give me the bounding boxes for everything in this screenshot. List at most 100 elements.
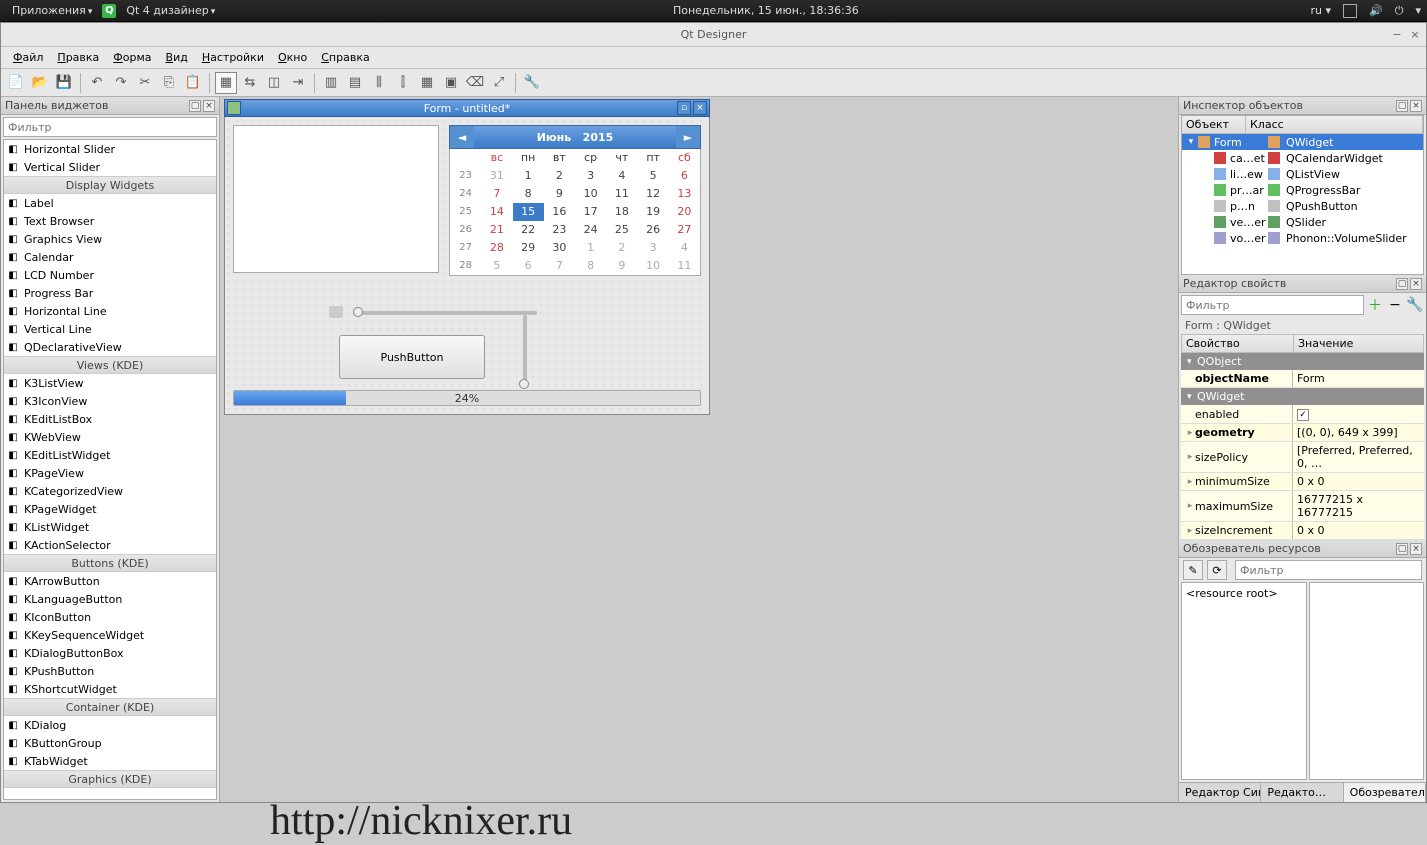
calendar-day[interactable]: 17: [575, 203, 606, 221]
widget-item[interactable]: ◧Graphics View: [4, 230, 216, 248]
tray-power-icon[interactable]: ⏻: [1395, 4, 1404, 18]
calendar-day[interactable]: 19: [638, 203, 669, 221]
property-row[interactable]: enabled✓: [1181, 405, 1424, 424]
minimize-button[interactable]: −: [1390, 28, 1404, 42]
calendar-day[interactable]: 5: [481, 257, 512, 275]
widget-item[interactable]: ◧Horizontal Line: [4, 302, 216, 320]
prev-month-button[interactable]: ◄: [450, 126, 474, 148]
dock-button[interactable]: ▢: [1396, 278, 1408, 290]
calendar-day[interactable]: 27: [669, 221, 700, 239]
calendar-day[interactable]: 4: [669, 239, 700, 257]
widget-category[interactable]: Container (KDE): [4, 698, 216, 716]
calendar-day[interactable]: 22: [513, 221, 544, 239]
widget-item[interactable]: ◧Label: [4, 194, 216, 212]
calendar-day[interactable]: 4: [606, 167, 637, 185]
inspector-tree[interactable]: Объект Класс ▾FormQWidgetca…etQCalendarW…: [1181, 115, 1424, 275]
keyboard-layout[interactable]: ru ▾: [1311, 4, 1332, 17]
object-row[interactable]: ▾FormQWidget: [1182, 134, 1423, 150]
layout-grid-button[interactable]: ▦: [416, 72, 438, 94]
calendar-day[interactable]: 9: [606, 257, 637, 275]
property-value[interactable]: ✓: [1293, 405, 1424, 423]
widget-item[interactable]: ◧KDialogButtonBox: [4, 644, 216, 662]
copy-button[interactable]: ⎘: [158, 72, 180, 94]
menu-форма[interactable]: Форма: [107, 49, 157, 66]
calendar-day[interactable]: 18: [606, 203, 637, 221]
widget-item[interactable]: ◧QDeclarativeView: [4, 338, 216, 356]
apps-menu[interactable]: Приложения▾: [6, 2, 98, 19]
calendar-day[interactable]: 11: [606, 185, 637, 203]
calendar-day[interactable]: 6: [513, 257, 544, 275]
property-value[interactable]: 0 x 0: [1293, 473, 1424, 490]
calendar-day[interactable]: 16: [544, 203, 575, 221]
open-file-button[interactable]: 📂: [29, 72, 51, 94]
widget-item[interactable]: ◧KListWidget: [4, 518, 216, 536]
dock-button[interactable]: ▢: [189, 100, 201, 112]
object-row[interactable]: vo…erPhonon::VolumeSlider: [1182, 230, 1423, 246]
widget-item[interactable]: ◧KWebView: [4, 428, 216, 446]
tab-actions[interactable]: Редакто…: [1261, 783, 1343, 802]
calendar-day[interactable]: 21: [481, 221, 512, 239]
close-panel-button[interactable]: ×: [203, 100, 215, 112]
calendar-day[interactable]: 10: [575, 185, 606, 203]
property-row[interactable]: ▸maximumSize16777215 x 16777215: [1181, 491, 1424, 522]
slider-thumb[interactable]: [519, 379, 529, 389]
tray-network-icon[interactable]: [1343, 4, 1357, 18]
property-group[interactable]: ▾QObject: [1181, 353, 1424, 370]
calendar-day[interactable]: 1: [513, 167, 544, 185]
widget-item[interactable]: ◧KPageWidget: [4, 500, 216, 518]
tray-volume-icon[interactable]: 🔊: [1369, 4, 1383, 17]
next-month-button[interactable]: ►: [676, 126, 700, 148]
paste-button[interactable]: 📋: [182, 72, 204, 94]
config-button[interactable]: 🔧: [1406, 296, 1424, 314]
calendar-day[interactable]: 8: [575, 257, 606, 275]
calendar-day[interactable]: 15: [513, 203, 544, 221]
resource-filter-input[interactable]: [1235, 560, 1422, 580]
tab-order-button[interactable]: ⇥: [287, 72, 309, 94]
menu-окно[interactable]: Окно: [272, 49, 313, 66]
widget-item[interactable]: ◧KShortcutWidget: [4, 680, 216, 698]
calendar-day[interactable]: 14: [481, 203, 512, 221]
add-property-button[interactable]: ＋: [1366, 296, 1384, 314]
property-row[interactable]: ▸sizeIncrement0 x 0: [1181, 522, 1424, 540]
widget-filter-input[interactable]: [3, 117, 217, 137]
calendar-day[interactable]: 6: [669, 167, 700, 185]
tab-signals[interactable]: Редактор Сигнал…: [1179, 783, 1261, 802]
pushbutton-widget[interactable]: PushButton: [339, 335, 485, 379]
widget-item[interactable]: ◧Progress Bar: [4, 284, 216, 302]
widget-item[interactable]: ◧KIconButton: [4, 608, 216, 626]
widget-item[interactable]: ◧KButtonGroup: [4, 734, 216, 752]
volume-slider-widget[interactable]: [329, 303, 537, 321]
widget-category[interactable]: Buttons (KDE): [4, 554, 216, 572]
widget-item[interactable]: ◧KArrowButton: [4, 572, 216, 590]
layout-h-button[interactable]: ▥: [320, 72, 342, 94]
widget-category[interactable]: Views (KDE): [4, 356, 216, 374]
menu-настройки[interactable]: Настройки: [196, 49, 270, 66]
object-row[interactable]: p…nQPushButton: [1182, 198, 1423, 214]
buddies-button[interactable]: ◫: [263, 72, 285, 94]
form-body[interactable]: ◄ Июнь 2015 ► вспнвтсрчтптсб233112345624…: [224, 117, 710, 415]
reload-resources-button[interactable]: ⟳: [1207, 560, 1227, 580]
widget-item[interactable]: ◧KActionSelector: [4, 536, 216, 554]
calendar-day[interactable]: 13: [669, 185, 700, 203]
widget-list[interactable]: ◧Horizontal Slider◧Vertical SliderDispla…: [3, 139, 217, 800]
cut-button[interactable]: ✂: [134, 72, 156, 94]
layout-v-button[interactable]: ▤: [344, 72, 366, 94]
property-value[interactable]: Form: [1293, 370, 1424, 387]
widget-item[interactable]: ◧KDialog: [4, 716, 216, 734]
widget-item[interactable]: ◧Vertical Line: [4, 320, 216, 338]
close-panel-button[interactable]: ×: [1410, 278, 1422, 290]
widget-item[interactable]: ◧KPageView: [4, 464, 216, 482]
object-row[interactable]: ve…erQSlider: [1182, 214, 1423, 230]
calendar-day[interactable]: 7: [544, 257, 575, 275]
save-file-button[interactable]: 💾: [53, 72, 75, 94]
close-button[interactable]: ×: [1408, 28, 1422, 42]
adjust-size-button[interactable]: ⤢: [488, 72, 510, 94]
dock-button[interactable]: ▢: [1396, 100, 1408, 112]
menu-правка[interactable]: Правка: [51, 49, 105, 66]
calendar-day[interactable]: 25: [606, 221, 637, 239]
property-group[interactable]: ▾QWidget: [1181, 388, 1424, 405]
design-canvas[interactable]: Form - untitled* ▫× ◄ Июнь 2015 ► вспнвт…: [220, 97, 1178, 802]
calendar-day[interactable]: 31: [481, 167, 512, 185]
widget-item[interactable]: ◧Vertical Slider: [4, 158, 216, 176]
widget-item[interactable]: ◧KKeySequenceWidget: [4, 626, 216, 644]
